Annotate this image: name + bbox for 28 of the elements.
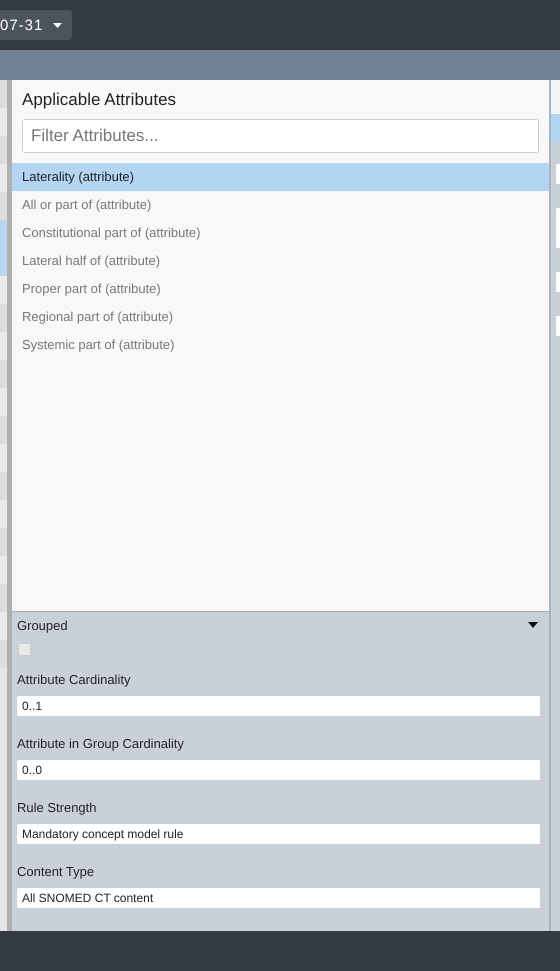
list-item[interactable] — [551, 114, 560, 142]
attribute-item[interactable]: Proper part of (attribute) — [12, 275, 549, 303]
attribute-item[interactable]: Regional part of (attribute) — [12, 303, 549, 331]
input-field[interactable] — [556, 316, 560, 336]
input-field[interactable]: 0..0 — [17, 760, 540, 780]
caret-icon[interactable] — [528, 622, 538, 628]
field-label: Content Type — [17, 864, 96, 879]
field-label: Rule Strength — [17, 800, 98, 815]
release-dropdown[interactable]: 07-31 — [0, 10, 72, 40]
field-label: Attribute Cardinality — [17, 672, 132, 687]
input-field[interactable]: Mandatory concept model rule — [17, 824, 540, 844]
panel-header — [551, 80, 560, 114]
panel-title: Applicable Attributes — [21, 89, 178, 110]
input-field[interactable]: All SNOMED CT content — [17, 888, 540, 908]
input-field[interactable]: 0..1 — [17, 696, 540, 716]
attribute-item[interactable]: Constitutional part of (attribute) — [12, 219, 549, 247]
filter-field[interactable]: Filter Attributes... — [22, 119, 539, 153]
attribute-item[interactable]: All or part of (attribute) — [12, 191, 549, 219]
grouped-checkbox[interactable] — [18, 643, 31, 656]
input-field[interactable] — [556, 208, 560, 248]
caret-icon — [53, 22, 62, 28]
field-label: Attribute in Group Cardinality — [17, 736, 185, 751]
input-field[interactable] — [556, 272, 560, 292]
attribute-item[interactable]: Lateral half of (attribute) — [12, 247, 549, 275]
attribute-item[interactable]: Laterality (attribute) — [12, 163, 549, 191]
field-label: Grouped — [17, 618, 68, 632]
input-field[interactable] — [556, 164, 560, 184]
attribute-item[interactable]: Systemic part of (attribute) — [12, 331, 549, 359]
